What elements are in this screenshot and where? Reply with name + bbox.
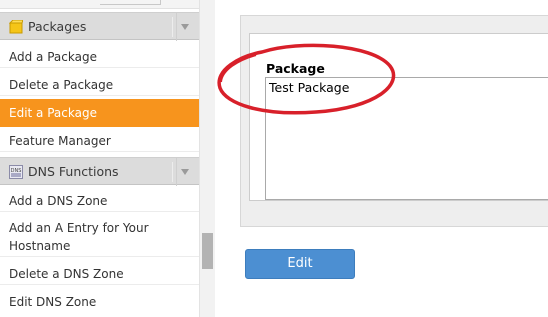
package-icon [8, 19, 24, 34]
sidebar-item-feature-manager[interactable]: Feature Manager [0, 130, 199, 152]
dns-icon-label: DNS [11, 168, 22, 174]
section-title: DNS Functions [28, 164, 119, 179]
collapse-toggle[interactable] [172, 158, 195, 186]
sidebar-item-add-a-entry[interactable]: Add an A Entry for Your Hostname [0, 219, 199, 257]
scrollbar-thumb[interactable] [202, 233, 213, 269]
section-title: Packages [28, 19, 87, 34]
sidebar-item-delete-dns-zone[interactable]: Delete a DNS Zone [0, 263, 199, 285]
section-header-dns-functions[interactable]: DNS DNS Functions [0, 157, 199, 186]
sidebar-scrollbar[interactable] [199, 0, 215, 317]
chevron-down-icon [181, 24, 189, 30]
sidebar-item-delete-package[interactable]: Delete a Package [0, 74, 199, 96]
edit-button[interactable]: Edit [245, 249, 355, 279]
sidebar: Packages Add a Package Delete a Package … [0, 0, 199, 317]
package-select[interactable]: Test Package [265, 77, 548, 200]
package-option[interactable]: Test Package [269, 80, 349, 95]
package-field-label: Package [266, 61, 325, 76]
collapse-toggle[interactable] [172, 13, 195, 41]
sidebar-item-add-package[interactable]: Add a Package [0, 46, 199, 68]
chevron-down-icon [181, 169, 189, 175]
dns-icon: DNS [9, 164, 23, 179]
section-header-packages[interactable]: Packages [0, 12, 199, 41]
sidebar-previous-section [0, 0, 199, 9]
sidebar-item-edit-package[interactable]: Edit a Package [0, 99, 199, 127]
sidebar-item-add-dns-zone[interactable]: Add a DNS Zone [0, 190, 199, 212]
sidebar-item-edit-dns-zone[interactable]: Edit DNS Zone [0, 291, 199, 313]
